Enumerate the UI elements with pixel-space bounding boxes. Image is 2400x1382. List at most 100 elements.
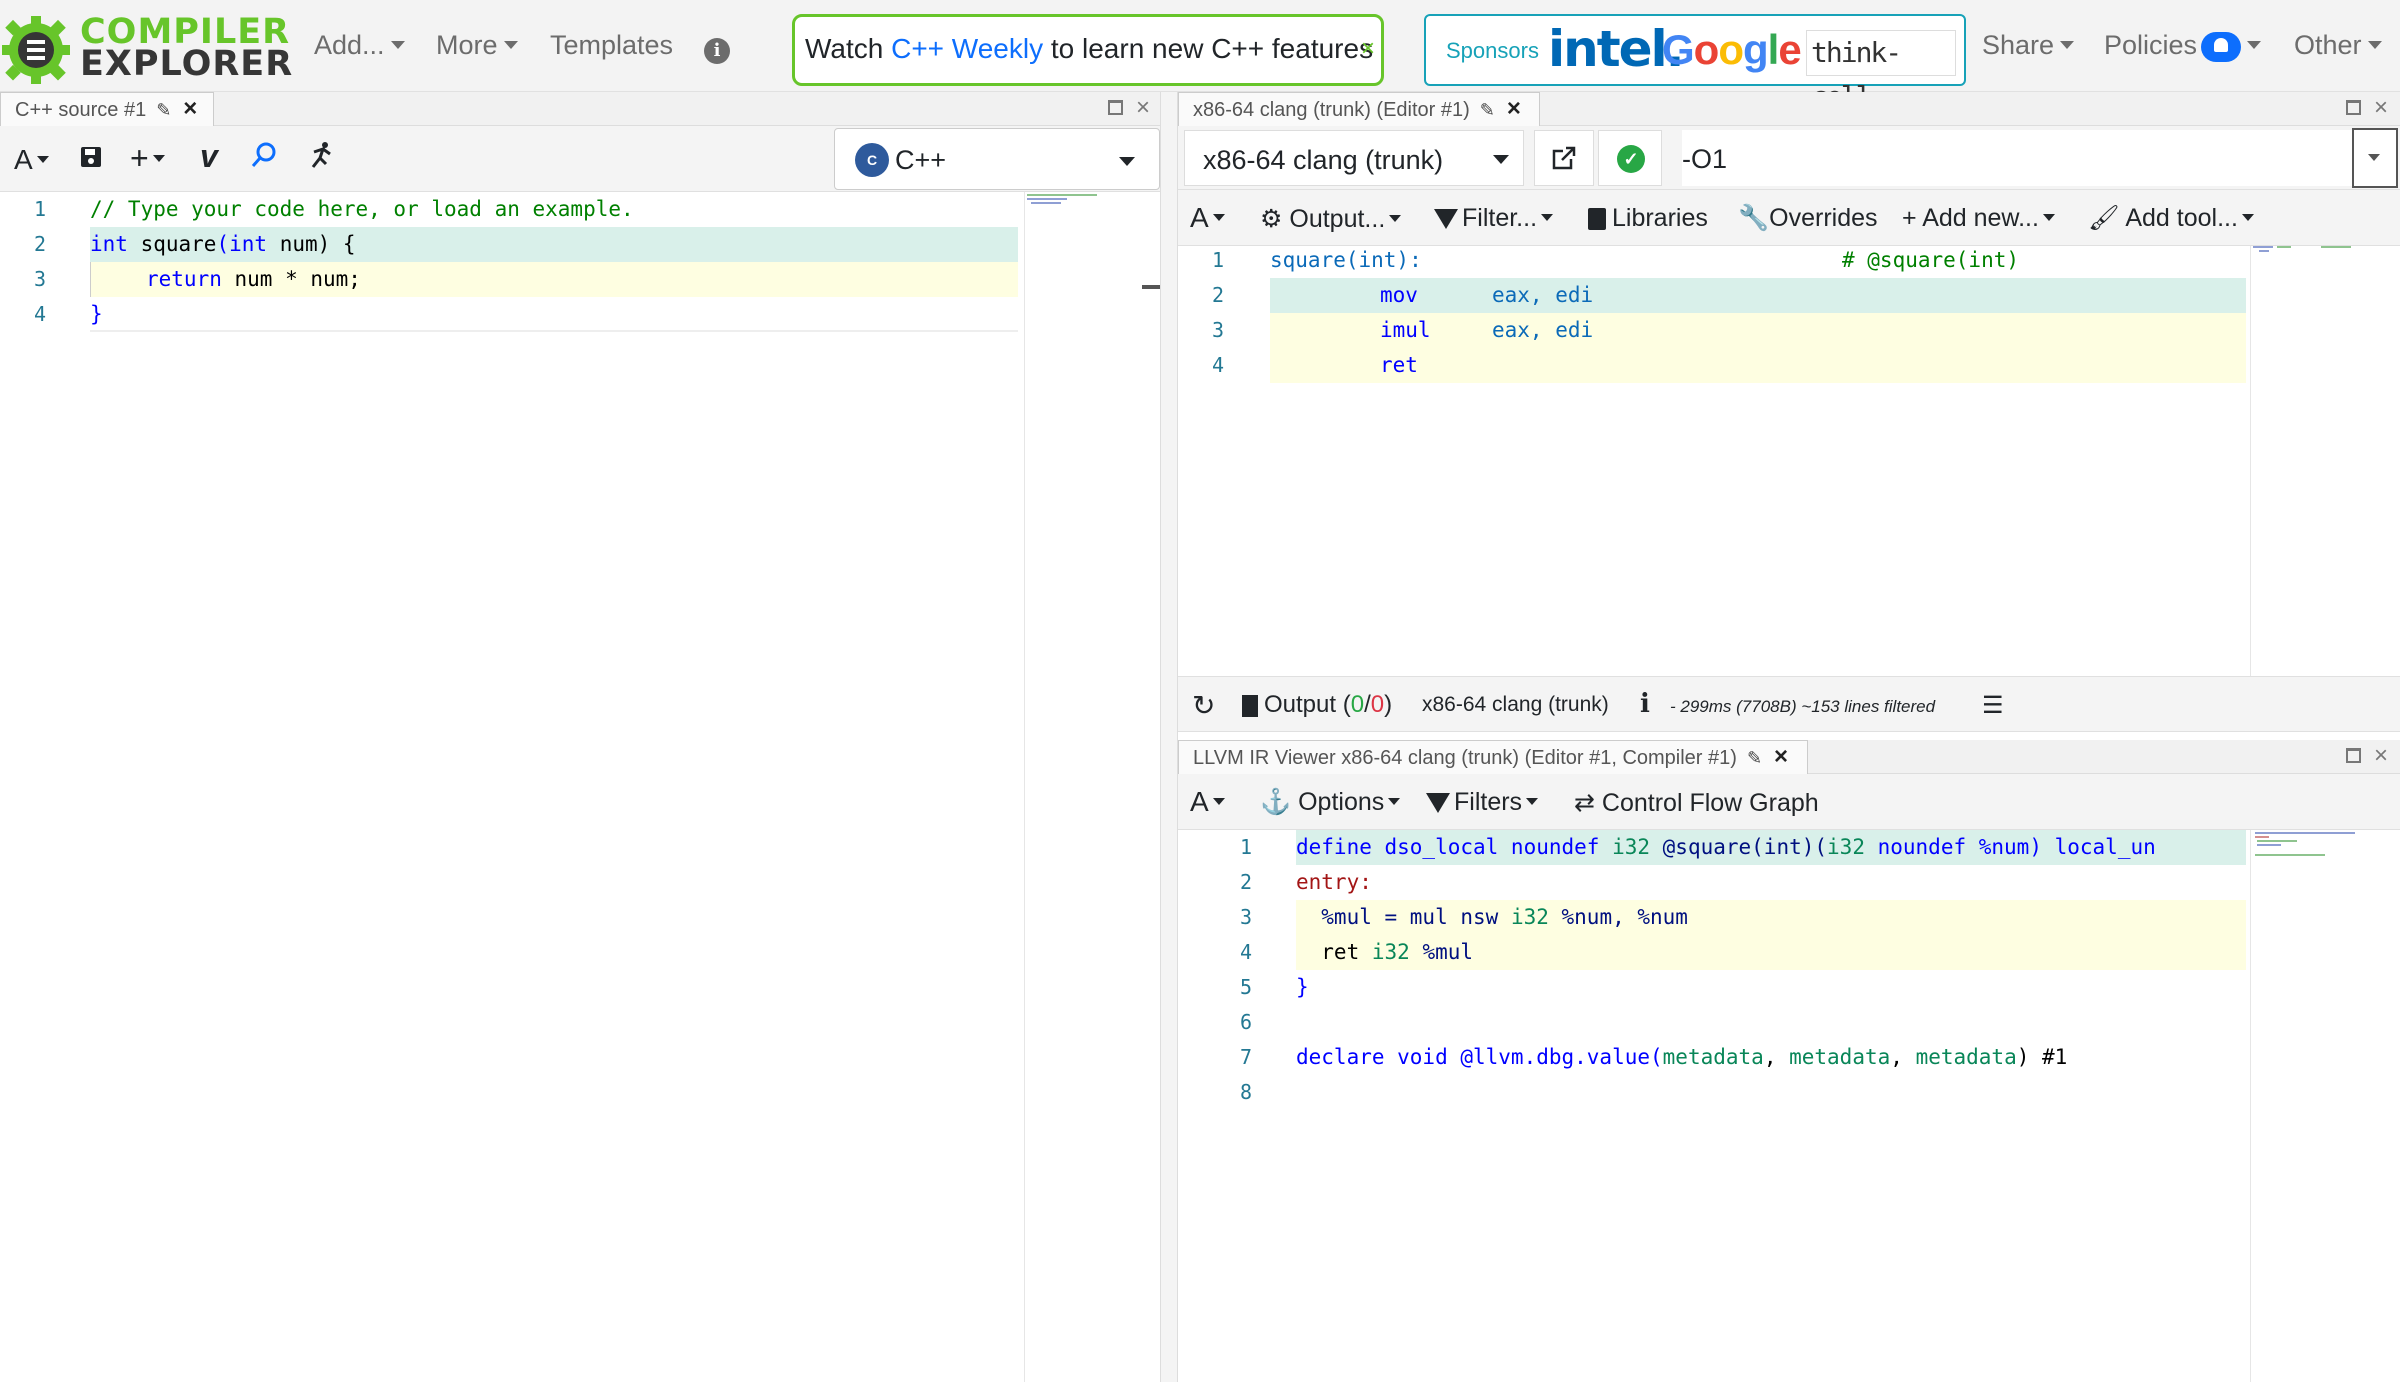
chevron-down-icon [390,40,405,49]
ir-minimap[interactable] [2250,830,2400,1382]
close-icon[interactable]: × [1774,743,1788,770]
editor-tab[interactable]: C++ source #1 ✎ × [0,92,214,126]
font-size-button[interactable]: A [1190,786,1225,818]
maximize-icon[interactable] [2346,98,2361,121]
font-size-button[interactable]: A [1190,202,1225,234]
banner-prefix: Watch [805,33,892,64]
font-size-button[interactable]: A [14,144,49,176]
ir-operands: %mul [1409,940,1474,964]
asm-label: square(int): [1270,248,1422,272]
add-new-menu[interactable]: + Add new... [1902,204,2055,233]
ir-line-4: ret i32 %mul [1296,935,1473,970]
other-menu[interactable]: Other [2294,30,2382,61]
compile-status-button[interactable]: ✓ [1598,130,1662,186]
compiler-name: x86-64 clang (trunk) [1203,145,1444,175]
chevron-down-icon [2247,40,2262,49]
book-icon [1588,208,1606,231]
more-menu[interactable]: More [436,30,518,61]
options-dropdown-button[interactable] [2352,128,2398,188]
close-icon[interactable]: × [183,95,197,122]
vim-icon[interactable]: v [200,138,218,175]
save-button[interactable] [80,146,102,175]
compiler-explorer-logo[interactable]: COMPILER EXPLORER [0,8,292,88]
add-menu[interactable]: Add... [314,30,405,61]
add-tool-label: Add tool... [2125,204,2238,232]
line-number: 8 [1239,1080,1252,1104]
code-line-3: return num * num; [90,262,361,297]
pencil-icon[interactable]: ✎ [1747,748,1762,768]
banner-close-button[interactable]: × [1361,17,1375,81]
ir-declare: declare void @llvm.dbg.value( [1296,1045,1663,1069]
info-icon[interactable]: i [1640,689,1650,719]
close-pane-icon[interactable]: × [2374,94,2388,122]
compiler-options-input[interactable]: -O1 [1682,130,2354,186]
filters-menu[interactable]: Filters [1426,788,1539,817]
overrides-button[interactable]: 🔧Overrides [1738,204,1878,233]
filter-icon [1426,793,1450,814]
editor-minimap[interactable] [1024,192,1146,1382]
ir-code-area[interactable]: 1 2 3 4 5 6 7 8 define dso_local noundef… [1178,830,2400,1382]
chevron-down-icon [36,156,49,164]
cfg-label: Control Flow Graph [1601,789,1819,817]
close-pane-icon[interactable]: × [2374,742,2388,770]
compiler-tab-title: x86-64 clang (trunk) (Editor #1) [1193,99,1470,121]
ir-tab[interactable]: LLVM IR Viewer x86-64 clang (trunk) (Edi… [1178,740,1808,774]
control-flow-graph-button[interactable]: ⇄ Control Flow Graph [1574,788,1819,818]
share-menu[interactable]: Share [1982,30,2075,61]
asm-minimap[interactable] [2250,246,2400,676]
bar-chart-icon[interactable]: ☰ [1982,691,2004,720]
refresh-icon[interactable]: ↻ [1192,689,1215,722]
line-number: 4 [1239,940,1252,964]
asm-output-area[interactable]: 1 2 3 4 square(int): # @square(int) mov … [1178,246,2400,676]
editor-code-area[interactable]: 1 2 3 4 // Type your code here, or load … [0,192,1164,1382]
compiler-options-value: -O1 [1682,144,1728,174]
maximize-icon[interactable] [1108,98,1123,121]
compiler-tab[interactable]: x86-64 clang (trunk) (Editor #1) ✎ × [1178,92,1540,126]
chevron-down-icon [503,40,518,49]
options-menu[interactable]: ⚓ Options [1260,788,1401,817]
pencil-icon[interactable]: ✎ [1480,100,1495,120]
ir-line-1-text: define dso_local noundef i32 @square(int… [1296,830,2156,865]
ir-type: i32 [1510,905,1549,929]
language-select[interactable]: C C++ [834,128,1160,190]
ir-line-7: declare void @llvm.dbg.value(metadata, m… [1296,1040,2067,1075]
ir-comma: , [1763,1045,1790,1069]
comment-token: // Type your code here, or load an examp… [90,197,634,221]
search-icon[interactable] [250,140,280,177]
sponsors-box[interactable]: Sponsors intel. Google think-cell [1424,14,1966,113]
close-pane-icon[interactable]: × [1136,94,1150,122]
identifier-token: num * num; [221,267,361,291]
compiler-select[interactable]: x86-64 clang (trunk) [1184,130,1524,186]
popout-button[interactable] [1534,130,1594,186]
info-icon[interactable]: i [704,38,730,64]
line-number: 1 [33,197,46,221]
output-label: Output ( [1264,691,1351,718]
maximize-icon[interactable] [2346,746,2361,769]
language-label: C++ [895,145,947,175]
chevron-down-icon [1212,798,1225,806]
policies-menu[interactable]: Policies [2104,30,2262,62]
filters-label: Filters [1454,788,1523,816]
chevron-down-icon [2042,213,2055,221]
runner-icon[interactable] [306,140,336,177]
sponsors-label: Sponsors [1446,38,1539,63]
pencil-icon[interactable]: ✎ [156,100,171,120]
ir-comma: , [1890,1045,1916,1069]
exchange-icon: ⇄ [1574,789,1595,817]
add-tool-menu[interactable]: 🖌 Add tool... [2088,204,2254,233]
filter-menu[interactable]: Filter... [1434,204,1554,233]
other-menu-label: Other [2294,30,2362,60]
gear-icon: ⚙ [1260,205,1283,233]
pane-splitter[interactable] [1160,92,1178,1382]
chevron-down-icon [1493,155,1509,164]
close-icon[interactable]: × [1507,95,1521,122]
output-toggle-button[interactable]: Output (0/0) [1242,691,1392,719]
indent-guide [90,262,146,297]
libraries-button[interactable]: Libraries [1588,204,1708,233]
templates-button[interactable]: Templates [550,30,673,61]
cpp-weekly-link[interactable]: C++ Weekly [891,33,1043,64]
add-button[interactable]: + [130,140,165,177]
logo-text-explorer: EXPLORER [80,44,294,84]
ir-tab-title: LLVM IR Viewer x86-64 clang (trunk) (Edi… [1193,747,1737,769]
output-menu[interactable]: ⚙ Output... [1260,204,1402,234]
